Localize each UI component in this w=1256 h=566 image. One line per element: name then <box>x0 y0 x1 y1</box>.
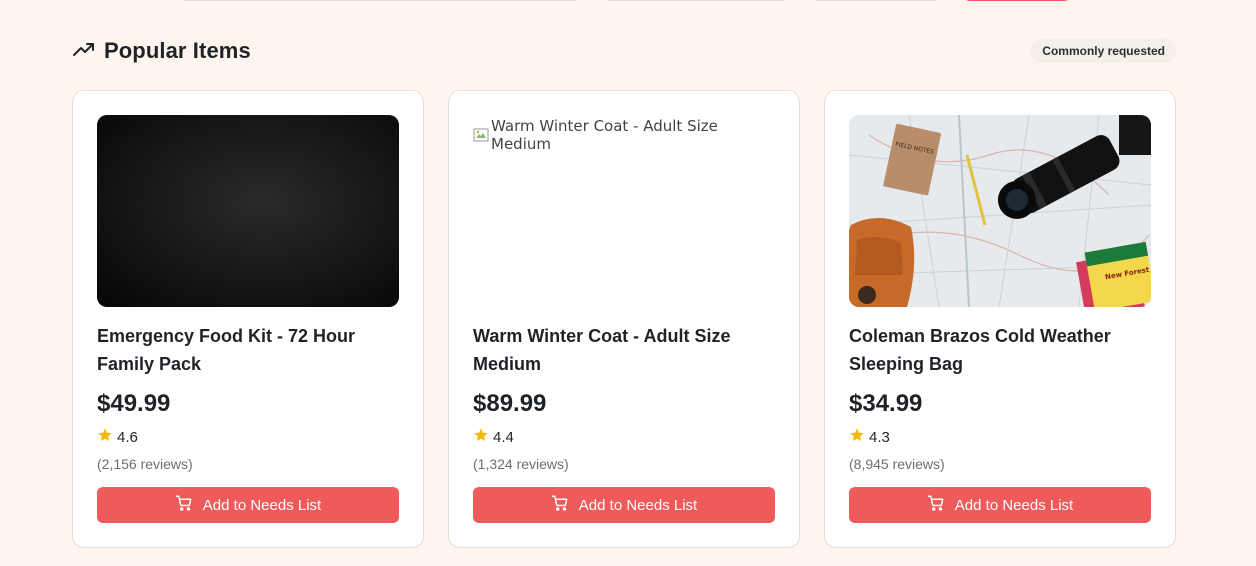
trending-up-icon <box>72 37 96 66</box>
primary-button-edge[interactable] <box>962 0 1072 1</box>
product-image: Warm Winter Coat - Adult Size Medium <box>473 115 775 307</box>
product-rating: 4.3 <box>849 428 1151 446</box>
button-label: Add to Needs List <box>578 496 698 514</box>
rating-value: 4.3 <box>869 428 890 446</box>
image-alt-text: Warm Winter Coat - Adult Size Medium <box>491 117 718 153</box>
section-title: Popular Items <box>72 37 251 66</box>
section-header: Popular Items Commonly requested <box>72 36 1176 66</box>
product-rating: 4.6 <box>97 428 399 446</box>
product-title: Emergency Food Kit - 72 Hour Family Pack <box>97 326 356 374</box>
product-title: Coleman Brazos Cold Weather Sleeping Bag <box>849 326 1111 374</box>
page-title: Popular Items <box>104 38 251 63</box>
status-badge: Commonly requested <box>1031 39 1176 63</box>
product-price: $34.99 <box>849 390 923 417</box>
product-image <box>97 115 399 307</box>
top-controls <box>0 0 1256 2</box>
button-label: Add to Needs List <box>954 496 1074 514</box>
add-to-needs-list-button[interactable]: Add to Needs List <box>849 487 1151 523</box>
product-grid: Emergency Food Kit - 72 Hour Family Pack… <box>72 90 1176 548</box>
product-image: FIELD NOTES New Forest <box>849 115 1151 307</box>
product-card: Emergency Food Kit - 72 Hour Family Pack… <box>72 90 424 548</box>
product-card: Warm Winter Coat - Adult Size Medium War… <box>448 90 800 548</box>
filter-select-edge[interactable] <box>602 0 790 1</box>
product-card: FIELD NOTES New Forest Coleman Brazos Co… <box>824 90 1176 548</box>
product-title: Warm Winter Coat - Adult Size Medium <box>473 326 731 374</box>
star-icon <box>849 427 865 447</box>
review-count: (1,324 reviews) <box>473 456 569 472</box>
star-icon <box>473 427 489 447</box>
button-label: Add to Needs List <box>202 496 322 514</box>
rating-value: 4.6 <box>117 428 138 446</box>
broken-image-icon <box>473 127 489 143</box>
star-icon <box>97 427 113 447</box>
add-to-needs-list-button[interactable]: Add to Needs List <box>97 487 399 523</box>
sort-select-edge[interactable] <box>810 0 942 1</box>
product-price: $49.99 <box>97 390 171 417</box>
review-count: (2,156 reviews) <box>97 456 193 472</box>
cart-icon <box>175 494 193 516</box>
review-count: (8,945 reviews) <box>849 456 945 472</box>
broken-image-alt: Warm Winter Coat - Adult Size Medium <box>473 117 775 153</box>
product-price: $89.99 <box>473 390 547 417</box>
search-field-edge[interactable] <box>178 0 582 1</box>
add-to-needs-list-button[interactable]: Add to Needs List <box>473 487 775 523</box>
cart-icon <box>927 494 945 516</box>
cart-icon <box>551 494 569 516</box>
rating-value: 4.4 <box>493 428 514 446</box>
map-photo-illustration: FIELD NOTES New Forest <box>849 115 1151 307</box>
product-rating: 4.4 <box>473 428 775 446</box>
